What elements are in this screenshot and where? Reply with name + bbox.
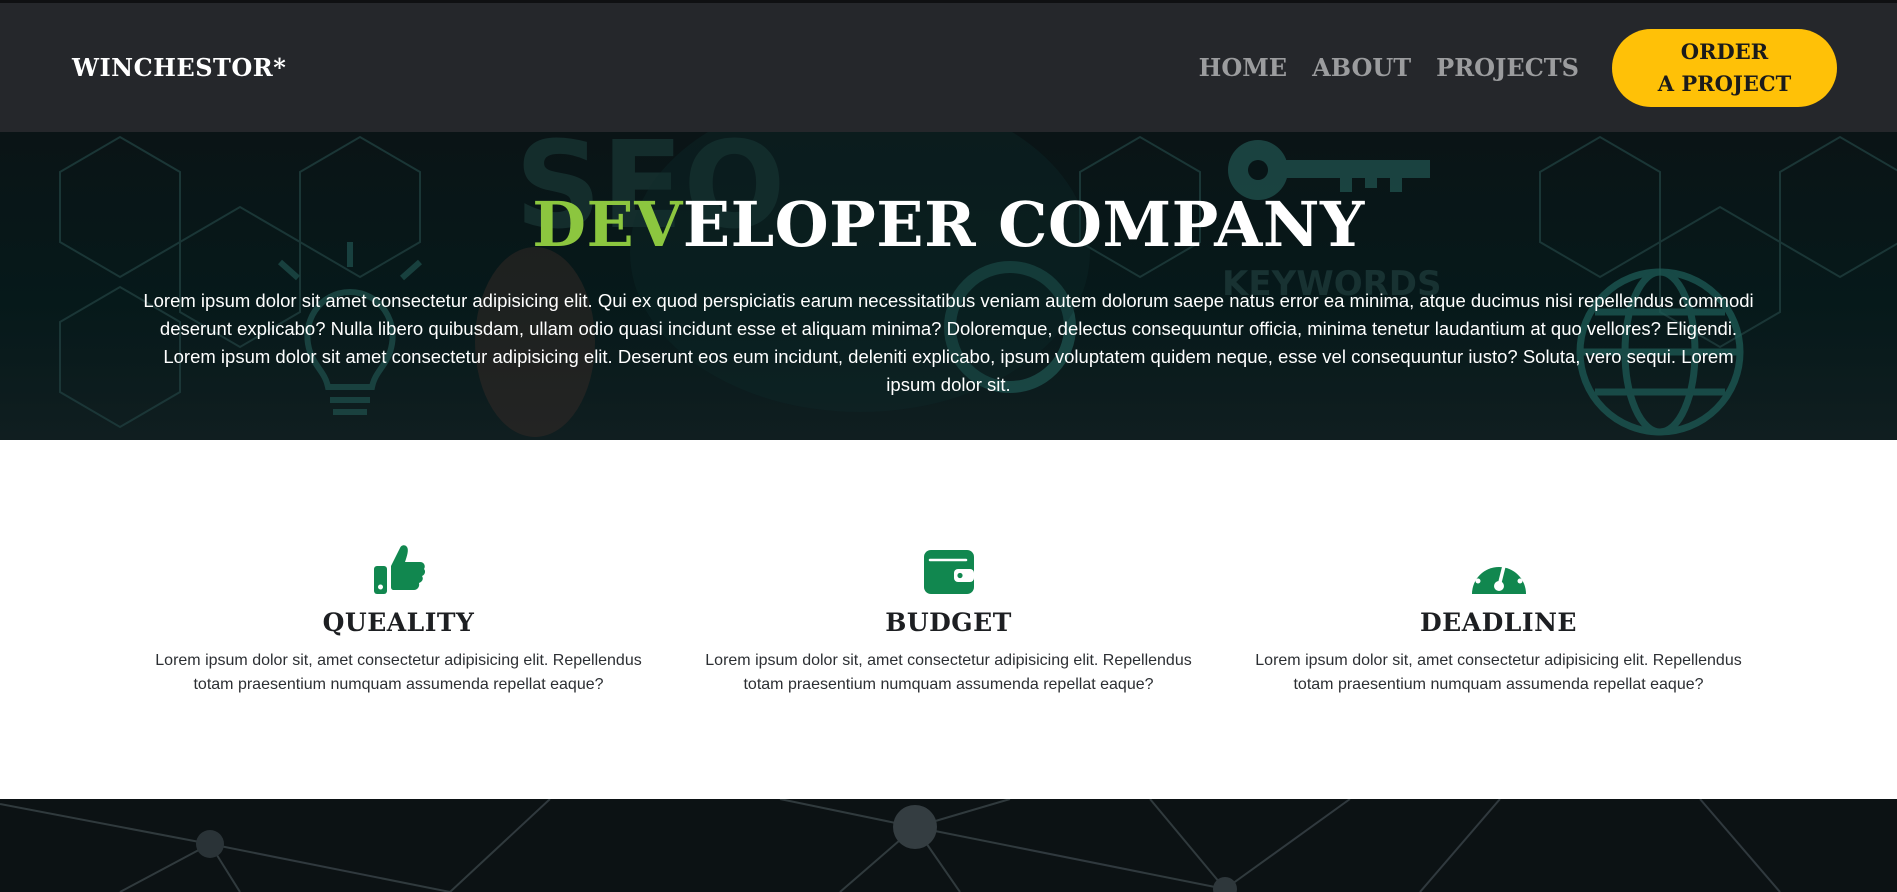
network-background-band — [0, 799, 1897, 892]
order-button-line2: A PROJECT — [1657, 70, 1792, 96]
thumbs-up-icon — [124, 536, 674, 596]
network-lines-graphic — [0, 799, 1781, 892]
feature-title-deadline: DEADLINE — [1420, 608, 1577, 637]
order-button-line1: ORDER — [1680, 38, 1769, 64]
wallet-icon — [674, 536, 1224, 596]
hero-content: DEVELOPER COMPANY Lorem ipsum dolor sit … — [0, 132, 1897, 399]
feature-title-budget: BUDGET — [885, 608, 1012, 637]
nav-link-about[interactable]: ABOUT — [1312, 53, 1411, 82]
brand-logo[interactable]: WINCHESTOR* — [72, 53, 286, 82]
feature-text-quality: Lorem ipsum dolor sit, amet consectetur … — [155, 652, 642, 693]
order-project-button[interactable]: ORDER A PROJECT — [1612, 28, 1837, 107]
hero-description: Lorem ipsum dolor sit amet consectetur a… — [143, 290, 1754, 395]
features-section: QUEALITY Lorem ipsum dolor sit, amet con… — [0, 440, 1897, 799]
hero-title-accent: DEV — [532, 188, 683, 261]
hero-banner: SEO KEYWORDS DEVELOPER COMPANY Lorem ips… — [0, 132, 1897, 440]
hero-title-rest: ELOPER COMPANY — [682, 188, 1365, 261]
feature-text-budget: Lorem ipsum dolor sit, amet consectetur … — [705, 652, 1192, 693]
feature-budget: BUDGET Lorem ipsum dolor sit, amet conse… — [674, 536, 1224, 799]
feature-title-quality: QUEALITY — [322, 608, 475, 637]
nav-link-home[interactable]: HOME — [1199, 53, 1287, 82]
main-nav: HOME ABOUT PROJECTS ORDER A PROJECT — [1199, 28, 1837, 107]
gauge-icon — [1224, 536, 1774, 596]
top-navbar: WINCHESTOR* HOME ABOUT PROJECTS ORDER A … — [0, 0, 1897, 132]
feature-deadline: DEADLINE Lorem ipsum dolor sit, amet con… — [1224, 536, 1774, 799]
nav-link-projects[interactable]: PROJECTS — [1436, 53, 1579, 82]
feature-quality: QUEALITY Lorem ipsum dolor sit, amet con… — [124, 536, 674, 799]
hero-title: DEVELOPER COMPANY — [0, 194, 1897, 256]
feature-text-deadline: Lorem ipsum dolor sit, amet consectetur … — [1255, 652, 1742, 693]
